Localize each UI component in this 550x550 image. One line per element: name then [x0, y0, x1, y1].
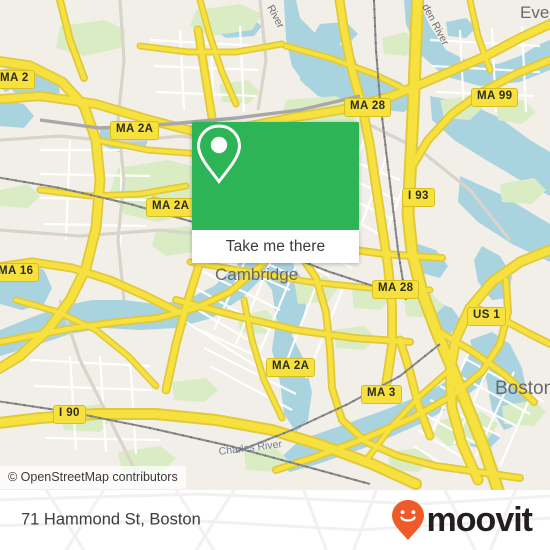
map-pin-icon: [196, 124, 242, 184]
road-shield[interactable]: MA 2: [0, 70, 35, 89]
card-pin-area: [192, 122, 359, 230]
road-shield[interactable]: MA 2A: [266, 358, 316, 377]
card-cta-bar[interactable]: Take me there: [192, 230, 359, 263]
road-shield[interactable]: MA 3: [361, 385, 402, 404]
osm-attribution[interactable]: © OpenStreetMap contributors: [0, 466, 186, 489]
moovit-map-share-card: MA 2 MA 2A MA 2A MA 16 I 90 MA 28 MA 99 …: [0, 0, 550, 550]
road-shield[interactable]: I 93: [402, 188, 435, 207]
road-shield[interactable]: MA 16: [0, 263, 40, 282]
road-shield[interactable]: MA 28: [372, 280, 420, 299]
road-shield[interactable]: MA 28: [344, 98, 392, 117]
place-label-everett: Eve: [520, 3, 550, 22]
moovit-pin-smile-icon: [391, 500, 424, 540]
map-canvas[interactable]: MA 2 MA 2A MA 2A MA 16 I 90 MA 28 MA 99 …: [0, 0, 550, 490]
place-label-cambridge: Cambridge: [215, 265, 299, 284]
place-label-boston: Boston: [495, 378, 550, 399]
road-shield[interactable]: US 1: [467, 307, 507, 326]
take-me-there-label: Take me there: [225, 237, 326, 255]
road-shield[interactable]: MA 99: [471, 88, 519, 107]
road-shield[interactable]: MA 2A: [146, 198, 196, 217]
moovit-logo[interactable]: moovit: [391, 499, 533, 541]
address-label: 71 Hammond St, Boston: [21, 510, 201, 529]
road-shield[interactable]: MA 2A: [110, 121, 160, 140]
take-me-there-card[interactable]: Take me there: [192, 122, 359, 263]
road-shield[interactable]: I 90: [53, 405, 86, 424]
bottom-info-bar: 71 Hammond St, Boston moovit: [0, 490, 550, 550]
moovit-wordmark: moovit: [426, 501, 533, 539]
